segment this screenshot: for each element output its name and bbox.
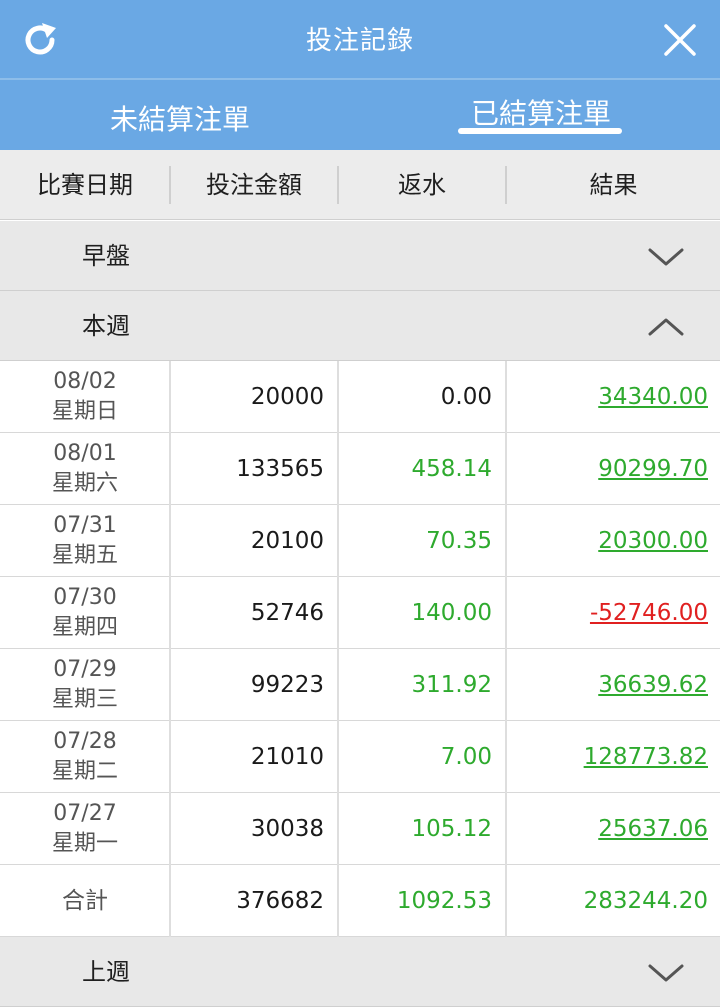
cell-divider bbox=[337, 649, 339, 721]
section-label: 早盤 bbox=[82, 242, 130, 270]
table-row: 07/30 星期四 52746 140.00 -52746.00 bbox=[0, 577, 720, 649]
result-link[interactable]: 34340.00 bbox=[598, 384, 708, 410]
bet-amount-cell: 20100 bbox=[250, 528, 324, 554]
result-link[interactable]: 25637.06 bbox=[598, 816, 708, 842]
tab-unsettled[interactable]: 未結算注單 bbox=[90, 98, 270, 148]
match-date-cell: 08/01 星期六 bbox=[0, 433, 170, 505]
rebate-cell: 311.92 bbox=[411, 672, 492, 698]
rebate-cell: 458.14 bbox=[411, 456, 492, 482]
date-text: 07/29 bbox=[53, 657, 117, 682]
weekday-text: 星期三 bbox=[51, 687, 118, 712]
date-text: 07/30 bbox=[53, 585, 117, 610]
cell-divider bbox=[337, 865, 339, 937]
section-label: 本週 bbox=[82, 312, 130, 340]
chevron-down-icon bbox=[648, 248, 684, 266]
section-last-week[interactable]: 上週 bbox=[0, 937, 720, 1007]
result-cell: 34340.00 bbox=[508, 361, 708, 433]
date-text: 07/31 bbox=[53, 513, 117, 538]
result-link[interactable]: -52746.00 bbox=[590, 600, 708, 626]
match-date-cell: 07/29 星期三 bbox=[0, 649, 170, 721]
weekday-text: 星期六 bbox=[51, 471, 118, 496]
date-text: 07/27 bbox=[53, 801, 117, 826]
weekday-text: 星期二 bbox=[51, 759, 118, 784]
match-date-cell: 07/30 星期四 bbox=[0, 577, 170, 649]
section-this-week[interactable]: 本週 bbox=[0, 291, 720, 361]
cell-divider bbox=[505, 577, 507, 649]
table-row: 07/27 星期一 30038 105.12 25637.06 bbox=[0, 793, 720, 865]
bet-amount-cell: 52746 bbox=[250, 600, 324, 626]
bet-amount-cell: 99223 bbox=[250, 672, 324, 698]
result-link[interactable]: 20300.00 bbox=[598, 528, 708, 554]
header: 投注記錄 未結算注單 已結算注單 bbox=[0, 0, 720, 150]
result-cell: 20300.00 bbox=[508, 505, 708, 577]
cell-divider bbox=[505, 793, 507, 865]
column-bet-amount: 投注金額 bbox=[206, 171, 302, 199]
cell-divider bbox=[337, 433, 339, 505]
section-early[interactable]: 早盤 bbox=[0, 221, 720, 291]
result-link[interactable]: 90299.70 bbox=[598, 456, 708, 482]
result-link[interactable]: 36639.62 bbox=[598, 672, 708, 698]
result-cell: 128773.82 bbox=[508, 721, 708, 793]
bet-amount-cell: 20000 bbox=[250, 384, 324, 410]
match-date-cell: 08/02 星期日 bbox=[0, 361, 170, 433]
match-date-cell: 07/31 星期五 bbox=[0, 505, 170, 577]
cell-divider bbox=[337, 361, 339, 433]
cell-divider bbox=[505, 361, 507, 433]
cell-divider bbox=[505, 433, 507, 505]
cell-divider bbox=[505, 865, 507, 937]
header-divider bbox=[0, 78, 720, 80]
total-label: 合計 bbox=[62, 888, 108, 914]
table-row: 07/28 星期二 21010 7.00 128773.82 bbox=[0, 721, 720, 793]
date-text: 08/02 bbox=[53, 369, 117, 394]
weekday-text: 星期五 bbox=[51, 543, 118, 568]
bet-amount-cell: 30038 bbox=[250, 816, 324, 842]
cell-divider bbox=[337, 793, 339, 865]
rebate-cell: 7.00 bbox=[440, 744, 492, 770]
column-match-date: 比賽日期 bbox=[37, 171, 133, 199]
total-row: 合計 376682 1092.53 283244.20 bbox=[0, 865, 720, 937]
section-label: 上週 bbox=[82, 958, 130, 986]
result-cell: 25637.06 bbox=[508, 793, 708, 865]
weekday-text: 星期四 bbox=[51, 615, 118, 640]
result-cell: 36639.62 bbox=[508, 649, 708, 721]
cell-divider bbox=[505, 505, 507, 577]
total-result: 283244.20 bbox=[583, 888, 708, 914]
rebate-cell: 140.00 bbox=[411, 600, 492, 626]
result-link[interactable]: 128773.82 bbox=[584, 744, 708, 770]
weekday-text: 星期日 bbox=[51, 399, 118, 424]
rebate-cell: 70.35 bbox=[426, 528, 492, 554]
result-cell: 90299.70 bbox=[508, 433, 708, 505]
table-row: 07/29 星期三 99223 311.92 36639.62 bbox=[0, 649, 720, 721]
column-rebate: 返水 bbox=[398, 171, 446, 199]
date-text: 07/28 bbox=[53, 729, 117, 754]
rebate-cell: 105.12 bbox=[411, 816, 492, 842]
total-rebate: 1092.53 bbox=[396, 888, 492, 914]
column-header: 比賽日期 投注金額 返水 結果 bbox=[0, 150, 720, 220]
cell-divider bbox=[505, 721, 507, 793]
total-amount: 376682 bbox=[236, 888, 324, 914]
table-row: 08/02 星期日 20000 0.00 34340.00 bbox=[0, 361, 720, 433]
active-tab-indicator bbox=[458, 128, 622, 134]
tab-settled[interactable]: 已結算注單 bbox=[458, 92, 624, 142]
page-title: 投注記錄 bbox=[305, 26, 414, 56]
table-row: 08/01 星期六 133565 458.14 90299.70 bbox=[0, 433, 720, 505]
cell-divider bbox=[337, 577, 339, 649]
bet-amount-cell: 21010 bbox=[250, 744, 324, 770]
date-text: 08/01 bbox=[53, 441, 117, 466]
table-row: 07/31 星期五 20100 70.35 20300.00 bbox=[0, 505, 720, 577]
result-cell: -52746.00 bbox=[508, 577, 708, 649]
weekday-text: 星期一 bbox=[51, 831, 118, 856]
close-icon[interactable] bbox=[656, 16, 704, 64]
rebate-cell: 0.00 bbox=[440, 384, 492, 410]
chevron-up-icon bbox=[648, 318, 684, 336]
column-result: 結果 bbox=[589, 171, 638, 199]
match-date-cell: 07/28 星期二 bbox=[0, 721, 170, 793]
cell-divider bbox=[337, 721, 339, 793]
top-bar: 投注記錄 bbox=[0, 0, 720, 78]
cell-divider bbox=[505, 649, 507, 721]
bet-amount-cell: 133565 bbox=[236, 456, 324, 482]
match-date-cell: 07/27 星期一 bbox=[0, 793, 170, 865]
cell-divider bbox=[337, 505, 339, 577]
chevron-down-icon bbox=[648, 964, 684, 982]
